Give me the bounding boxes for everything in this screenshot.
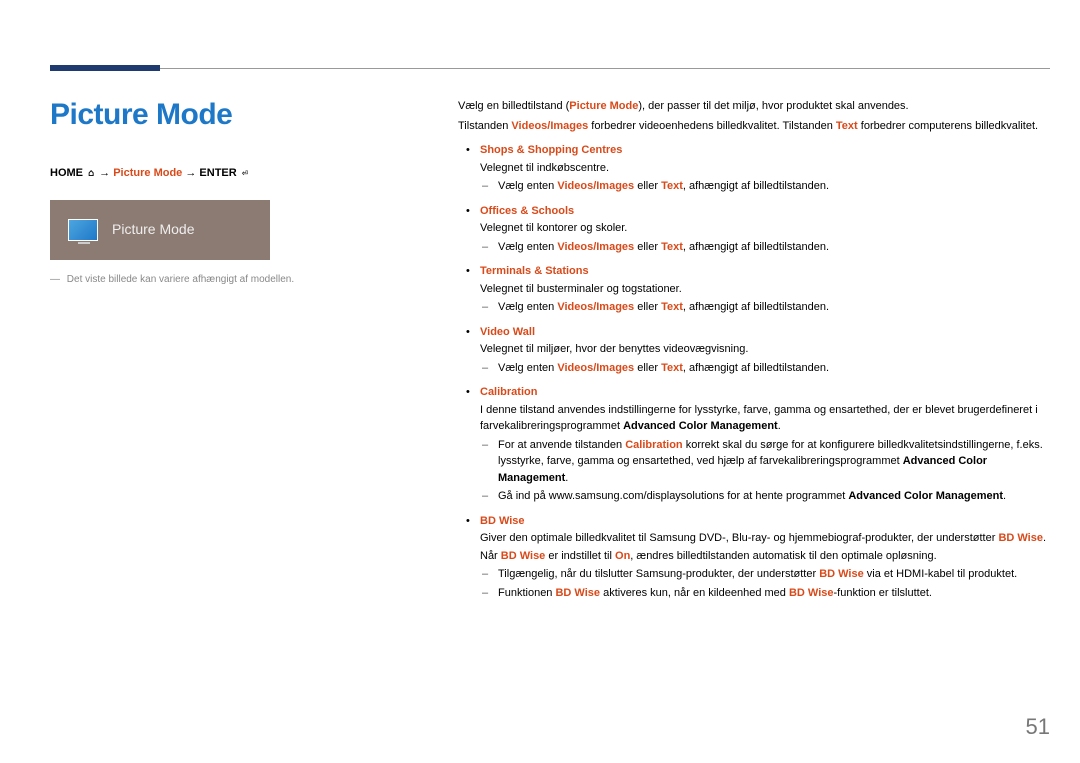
- mode-bdwise: BD Wise Giver den optimale billedkvalite…: [458, 513, 1048, 602]
- mode-name: Shops & Shopping Centres: [480, 142, 1048, 159]
- sub-item: For at anvende tilstanden Calibration ko…: [480, 437, 1048, 487]
- modes-list: Shops & Shopping Centres Velegnet til in…: [458, 142, 1048, 601]
- mode-desc: I denne tilstand anvendes indstillingern…: [480, 402, 1048, 435]
- sub-item: Vælg enten Videos/Images eller Text, afh…: [480, 178, 1048, 195]
- crumb-enter: ENTER: [199, 167, 236, 179]
- breadcrumb: HOME ⌂ → Picture Mode → ENTER ⏎: [50, 165, 420, 182]
- sub-item: Vælg enten Videos/Images eller Text, afh…: [480, 299, 1048, 316]
- top-horizontal-rule: [50, 68, 1050, 69]
- crumb-arrow: →: [185, 167, 199, 179]
- sub-item: Funktionen BD Wise aktiveres kun, når en…: [480, 585, 1048, 602]
- highlight-picture-mode: Picture Mode: [569, 100, 638, 112]
- mode-video-wall: Video Wall Velegnet til miljøer, hvor de…: [458, 324, 1048, 377]
- monitor-icon: [68, 219, 98, 241]
- mode-terminals: Terminals & Stations Velegnet til buster…: [458, 263, 1048, 316]
- mode-desc: Velegnet til kontorer og skoler.: [480, 220, 1048, 237]
- crumb-arrow: →: [99, 167, 113, 179]
- intro-line-1: Vælg en billedtilstand (Picture Mode), d…: [458, 98, 1048, 115]
- left-column: Picture Mode HOME ⌂ → Picture Mode → ENT…: [50, 92, 420, 287]
- right-column: Vælg en billedtilstand (Picture Mode), d…: [458, 98, 1048, 601]
- highlight-videos-images: Videos/Images: [511, 120, 588, 132]
- mode-shops: Shops & Shopping Centres Velegnet til in…: [458, 142, 1048, 195]
- page-number: 51: [1026, 710, 1050, 743]
- top-accent-bar: [50, 65, 160, 71]
- mode-name: Calibration: [480, 384, 1048, 401]
- highlight-text: Text: [836, 120, 858, 132]
- mode-sublist: Vælg enten Videos/Images eller Text, afh…: [480, 299, 1048, 316]
- sub-item: Vælg enten Videos/Images eller Text, afh…: [480, 360, 1048, 377]
- mode-sublist: Tilgængelig, når du tilslutter Samsung-p…: [480, 566, 1048, 601]
- disclaimer-text: Det viste billede kan variere afhængigt …: [67, 274, 294, 285]
- crumb-home: HOME: [50, 167, 83, 179]
- mode-desc: Giver den optimale billedkvalitet til Sa…: [480, 530, 1048, 547]
- mode-calibration: Calibration I denne tilstand anvendes in…: [458, 384, 1048, 505]
- picture-mode-tile: Picture Mode: [50, 200, 270, 260]
- sub-item: Gå ind på www.samsung.com/displaysolutio…: [480, 488, 1048, 505]
- enter-icon: ⏎: [240, 166, 250, 181]
- home-icon: ⌂: [86, 166, 96, 181]
- sub-item: Tilgængelig, når du tilslutter Samsung-p…: [480, 566, 1048, 583]
- dash-icon: ―: [50, 272, 60, 287]
- mode-name: Terminals & Stations: [480, 263, 1048, 280]
- mode-sublist: Vælg enten Videos/Images eller Text, afh…: [480, 178, 1048, 195]
- mode-desc: Velegnet til miljøer, hvor der benyttes …: [480, 341, 1048, 358]
- mode-sublist: Vælg enten Videos/Images eller Text, afh…: [480, 239, 1048, 256]
- mode-name: BD Wise: [480, 513, 1048, 530]
- mode-sublist: For at anvende tilstanden Calibration ko…: [480, 437, 1048, 505]
- mode-sublist: Vælg enten Videos/Images eller Text, afh…: [480, 360, 1048, 377]
- mode-offices: Offices & Schools Velegnet til kontorer …: [458, 203, 1048, 256]
- mode-desc: Velegnet til busterminaler og togstation…: [480, 281, 1048, 298]
- model-disclaimer: ― Det viste billede kan variere afhængig…: [50, 272, 420, 287]
- mode-desc-2: Når BD Wise er indstillet til On, ændres…: [480, 548, 1048, 565]
- page-title: Picture Mode: [50, 92, 420, 137]
- crumb-picture-mode: Picture Mode: [113, 167, 182, 179]
- intro-line-2: Tilstanden Videos/Images forbedrer video…: [458, 118, 1048, 135]
- mode-name: Video Wall: [480, 324, 1048, 341]
- tile-label: Picture Mode: [112, 219, 194, 240]
- mode-name: Offices & Schools: [480, 203, 1048, 220]
- sub-item: Vælg enten Videos/Images eller Text, afh…: [480, 239, 1048, 256]
- mode-desc: Velegnet til indkøbscentre.: [480, 160, 1048, 177]
